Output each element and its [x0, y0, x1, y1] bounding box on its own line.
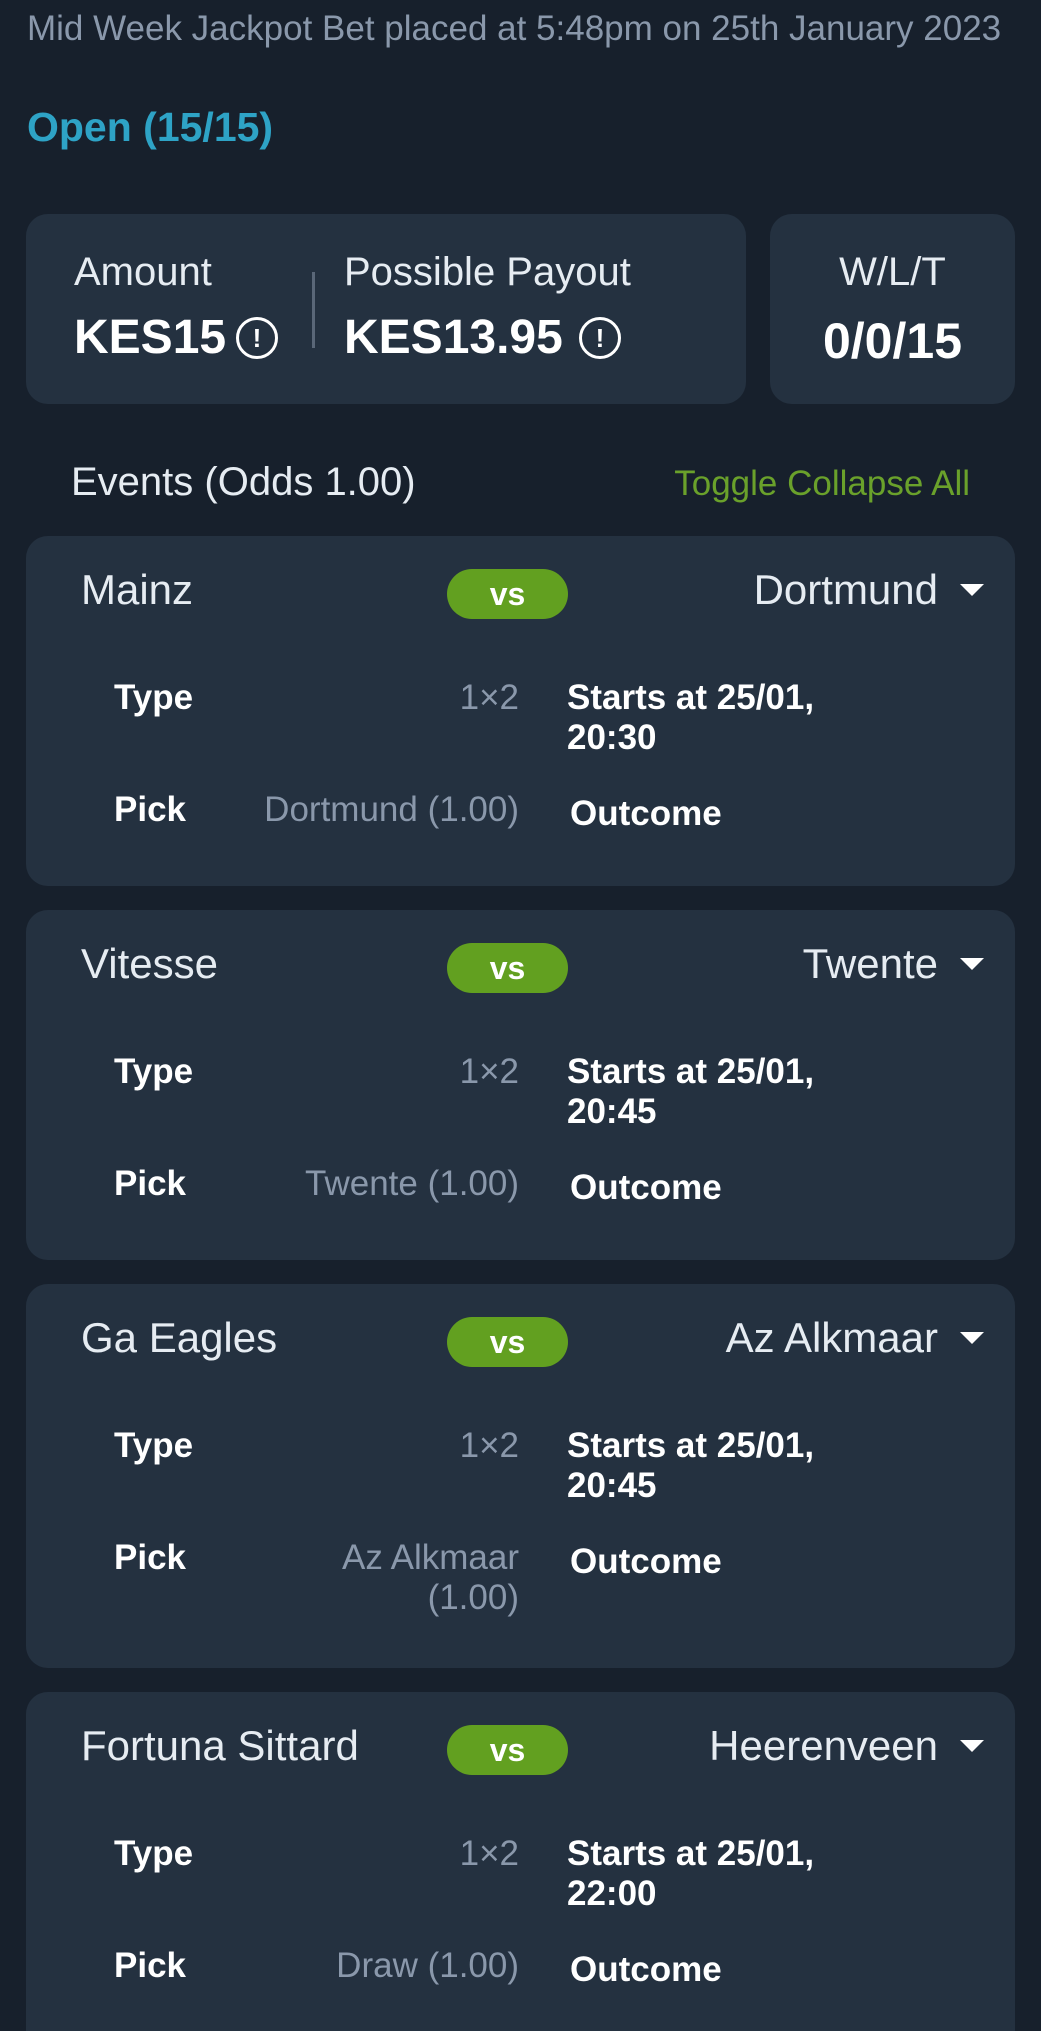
type-label: Type	[114, 1052, 194, 1091]
vs-badge: vs	[447, 1317, 568, 1367]
toggle-collapse-all-link[interactable]: Toggle Collapse All	[674, 464, 970, 504]
home-team: Ga Eagles	[81, 1314, 278, 1361]
outcome-label: Outcome	[570, 1950, 722, 1989]
type-value: 1×2	[459, 1052, 519, 1091]
outcome-label: Outcome	[570, 1542, 722, 1581]
pick-label: Pick	[114, 1946, 186, 1985]
pick-label: Pick	[114, 1538, 186, 1577]
event-card: Vitesse vs Twente Type 1×2 Starts at 25/…	[26, 910, 1015, 1260]
away-team: Twente	[802, 940, 938, 987]
event-card: Fortuna Sittard vs Heerenveen Type 1×2 S…	[26, 1692, 1015, 2031]
vs-badge: vs	[447, 943, 568, 993]
type-label: Type	[114, 1834, 194, 1873]
expand-event-toggle[interactable]: Twente	[803, 940, 984, 988]
pick-value: Twente (1.00)	[305, 1164, 519, 1203]
start-time: Starts at 25/01, 20:30	[567, 678, 815, 757]
vs-badge: vs	[447, 569, 568, 619]
wlt-label: W/L/T	[839, 250, 946, 294]
chevron-down-icon	[960, 1332, 984, 1344]
start-time: Starts at 25/01, 22:00	[567, 1834, 815, 1913]
pick-label: Pick	[114, 790, 186, 829]
amount-value: KES15	[74, 311, 227, 364]
outcome-label: Outcome	[570, 794, 722, 833]
pick-value: Draw (1.00)	[336, 1946, 519, 1985]
summary-divider	[312, 272, 315, 348]
pick-value: Dortmund (1.00)	[264, 790, 519, 829]
payout-label: Possible Payout	[344, 250, 631, 294]
payout-info-icon[interactable]: !	[579, 317, 621, 359]
away-team: Dortmund	[753, 566, 938, 613]
start-time: Starts at 25/01, 20:45	[567, 1426, 815, 1505]
type-value: 1×2	[459, 1426, 519, 1465]
away-team: Heerenveen	[709, 1722, 938, 1769]
type-value: 1×2	[459, 1834, 519, 1873]
pick-label: Pick	[114, 1164, 186, 1203]
type-value: 1×2	[459, 678, 519, 717]
home-team: Fortuna Sittard	[81, 1722, 359, 1769]
amount-info-icon[interactable]: !	[236, 317, 278, 359]
vs-badge: vs	[447, 1725, 568, 1775]
pick-value: Az Alkmaar (1.00)	[342, 1538, 519, 1617]
chevron-down-icon	[960, 1740, 984, 1752]
chevron-down-icon	[960, 584, 984, 596]
expand-event-toggle[interactable]: Dortmund	[754, 566, 984, 614]
bet-status: Open (15/15)	[27, 104, 274, 150]
chevron-down-icon	[960, 958, 984, 970]
event-card: Mainz vs Dortmund Type 1×2 Starts at 25/…	[26, 536, 1015, 886]
type-label: Type	[114, 1426, 194, 1465]
expand-event-toggle[interactable]: Az Alkmaar	[726, 1314, 984, 1362]
home-team: Mainz	[81, 566, 194, 613]
away-team: Az Alkmaar	[725, 1314, 938, 1361]
events-heading: Events (Odds 1.00)	[71, 460, 416, 504]
home-team: Vitesse	[81, 940, 218, 987]
payout-value: KES13.95	[344, 311, 563, 364]
amount-label: Amount	[74, 250, 212, 294]
stake-summary-card: Amount KES15 ! Possible Payout KES13.95 …	[26, 214, 746, 404]
type-label: Type	[114, 678, 194, 717]
bet-title: Mid Week Jackpot Bet placed at 5:48pm on…	[27, 9, 1002, 48]
event-card: Ga Eagles vs Az Alkmaar Type 1×2 Starts …	[26, 1284, 1015, 1668]
bet-details-page: Mid Week Jackpot Bet placed at 5:48pm on…	[0, 0, 1041, 2031]
wlt-card: W/L/T 0/0/15	[770, 214, 1015, 404]
expand-event-toggle[interactable]: Heerenveen	[709, 1722, 984, 1770]
wlt-value: 0/0/15	[822, 313, 962, 369]
start-time: Starts at 25/01, 20:45	[567, 1052, 815, 1131]
outcome-label: Outcome	[570, 1168, 722, 1207]
